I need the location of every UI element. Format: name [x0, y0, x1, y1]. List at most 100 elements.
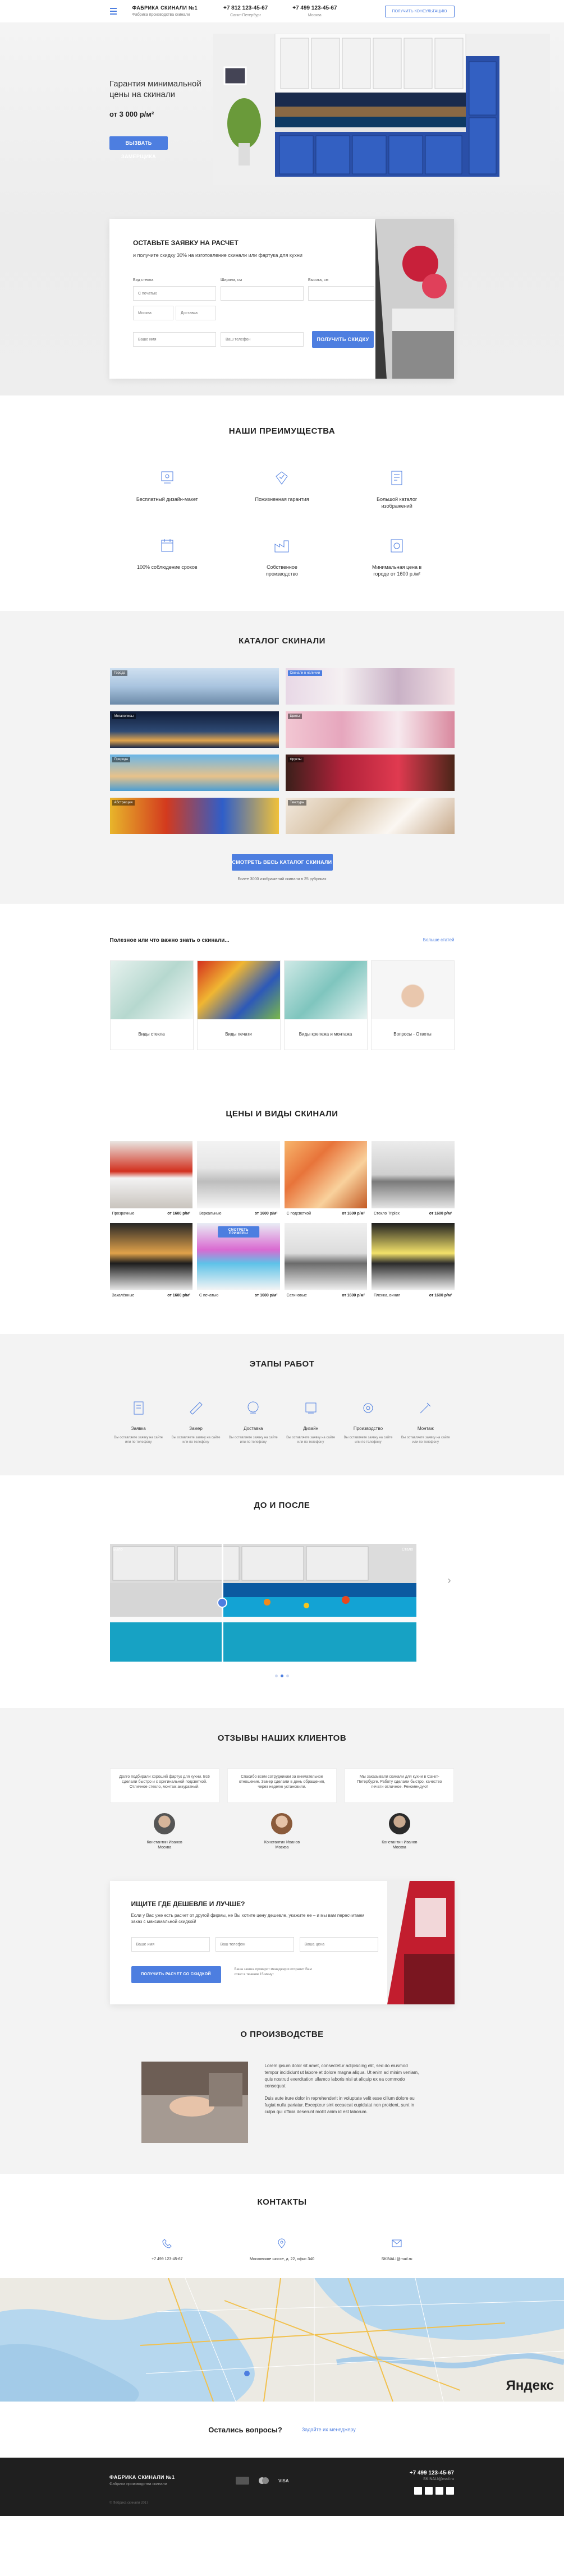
price-card[interactable]: Зеркальные от 1600 р/м² [197, 1141, 280, 1218]
slider-dot[interactable] [281, 1675, 283, 1677]
phone-input[interactable]: Ваш телефон [221, 332, 304, 347]
review-city: Москва [275, 1846, 289, 1850]
city-select[interactable]: Москва [133, 306, 173, 320]
catalog-item-label: Фрукты [287, 757, 304, 762]
map[interactable]: Яндекс [0, 2278, 564, 2402]
prices-section: ЦЕНЫ И ВИДЫ СКИНАЛИ Прозрачные от 1600 р/… [0, 1081, 564, 1334]
catalog-item[interactable]: Скинали в наличии [285, 668, 455, 705]
menu-icon[interactable] [109, 6, 120, 16]
get-discount-button[interactable]: Получить скидку [312, 331, 374, 348]
advantage-item: Собственное производство [224, 537, 340, 577]
catalog-item[interactable]: Города [109, 668, 279, 705]
avatar [271, 1813, 293, 1834]
design-icon [161, 471, 173, 484]
price-card-price: от 1600 р/м² [342, 1293, 365, 1298]
catalog-title: КАТАЛОГ СКИНАЛИ [239, 636, 325, 646]
step-item: Заявка Вы оставляете заявку на сайте или … [110, 1400, 167, 1445]
map-image [0, 2278, 564, 2402]
see-examples-button[interactable]: Смотреть примеры [217, 1226, 259, 1238]
slider-dot[interactable] [286, 1675, 289, 1677]
phone-msk[interactable]: +7 499 123-45-67 Москва [292, 5, 337, 18]
mail-icon [392, 2239, 402, 2247]
social-links [410, 2487, 454, 2495]
contact-phone[interactable]: +7 499 123-45-67 [110, 2238, 225, 2261]
consultation-button[interactable]: Получить консультацию [384, 5, 455, 17]
step-name: Монтаж [417, 1426, 434, 1431]
ask-manager-link[interactable]: Задайте их менеджеру [302, 2427, 356, 2432]
catalog-icon [391, 471, 402, 485]
glass-type-select[interactable]: С печатью [133, 286, 216, 301]
slider-dot[interactable] [275, 1675, 278, 1677]
hero-title: Гарантия минимальной цены на скинали [109, 79, 201, 99]
step-item: Доставка Вы оставляете заявку на сайте ил… [224, 1400, 282, 1445]
price-card-name: Зеркальные [199, 1211, 222, 1216]
payment-methods: VISA [236, 2477, 289, 2485]
catalog-item[interactable]: Текстуры [285, 798, 455, 834]
cheaper-form: ИЩИТЕ ГДЕ ДЕШЕВЛЕ И ЛУЧШЕ? Если у Вас уж… [109, 1881, 455, 2004]
price-card[interactable]: Стекло Triplex от 1600 р/м² [372, 1141, 455, 1218]
warranty-icon [276, 471, 288, 485]
contacts-section: КОНТАКТЫ +7 499 123-45-67 Московское шос… [0, 2174, 564, 2402]
delivery-select[interactable]: Доставка [176, 306, 216, 320]
price-card-name: Сатиновые [286, 1293, 307, 1298]
contact-email[interactable]: SKINALI@mail.ru [340, 2238, 455, 2261]
price-input[interactable]: Ваша цена [299, 1937, 378, 1952]
price-card[interactable]: С подсветкой от 1600 р/м² [284, 1141, 367, 1218]
price-card[interactable]: Сатиновые от 1600 р/м² [284, 1223, 367, 1300]
footer-phone[interactable]: +7 499 123-45-67 [410, 2470, 454, 2476]
article-card[interactable]: Виды крепежа и монтажа [283, 960, 368, 1050]
twitter-icon[interactable] [435, 2487, 443, 2495]
price-card[interactable]: Пленка, винил от 1600 р/м² [372, 1223, 455, 1300]
article-card[interactable]: Виды стекла [109, 960, 194, 1050]
catalog-item[interactable]: Цветы [285, 711, 455, 748]
review-city: Москва [158, 1846, 172, 1850]
price-card[interactable]: Закалённые от 1600 р/м² [109, 1223, 192, 1300]
catalog-item[interactable]: Природа [109, 755, 279, 791]
advantage-item: Минимальная цена в городе от 1600 р./м² [340, 537, 455, 577]
production-photo [141, 2062, 248, 2143]
catalog-item-label: Цветы [287, 714, 302, 719]
step-name: Замер [189, 1426, 203, 1431]
article-card[interactable]: Вопросы - Ответы [370, 960, 455, 1050]
price-card[interactable]: Прозрачные от 1600 р/м² [109, 1141, 192, 1218]
before-after-slider[interactable]: Было Стало [109, 1544, 416, 1662]
request-icon [134, 1401, 144, 1415]
form-subtitle: и получите скидку 30% на изготовление ск… [133, 252, 302, 258]
review-author: Константин Иванов [382, 1841, 418, 1844]
catalog-item[interactable]: Мегаполисы [109, 711, 279, 748]
phone-input[interactable]: Ваш телефон [215, 1937, 294, 1952]
site-header: ФАБРИКА СКИНАЛИ №1 Фабрика производства … [0, 0, 564, 22]
form-title: ОСТАВЬТЕ ЗАЯВКУ НА РАСЧЕТ [133, 239, 239, 247]
name-input[interactable]: Ваше имя [131, 1937, 210, 1952]
catalog-item[interactable]: Абстракция [109, 798, 279, 834]
width-label: Ширина, см [221, 278, 242, 282]
footer-logo[interactable]: ФАБРИКА СКИНАЛИ №1 Фабрика производства … [109, 2474, 175, 2487]
price-card-name: Прозрачные [112, 1211, 135, 1216]
price-card[interactable]: Смотреть примеры С печатью от 1600 р/м² [197, 1223, 280, 1300]
article-card[interactable]: Виды печати [196, 960, 281, 1050]
next-arrow-icon[interactable]: › [448, 1575, 451, 1586]
catalog-item[interactable]: Фрукты [285, 755, 455, 791]
footer: ФАБРИКА СКИНАЛИ №1 Фабрика производства … [0, 2458, 564, 2516]
width-input[interactable] [221, 286, 304, 301]
call-measurer-button[interactable]: Вызвать замерщика [109, 136, 168, 159]
more-articles-link[interactable]: Больше статей [423, 937, 455, 944]
instagram-icon[interactable] [446, 2487, 454, 2495]
name-input[interactable]: Ваше имя [133, 332, 216, 347]
avatar [388, 1813, 410, 1834]
delivery-icon [247, 1401, 259, 1414]
logo[interactable]: ФАБРИКА СКИНАЛИ №1 Фабрика производства … [132, 5, 198, 17]
catalog-note: Более 3000 изображений скинали в 25 рубр… [237, 877, 327, 881]
footer-email[interactable]: SKINALI@mail.ru [410, 2477, 454, 2481]
phone-spb[interactable]: +7 812 123-45-67 Санкт-Петербург [223, 5, 268, 18]
full-catalog-button[interactable]: Смотреть весь каталог скинали [231, 854, 333, 871]
get-calculation-button[interactable]: Получить расчет со скидкой [131, 1966, 221, 1983]
price-card-price: от 1600 р/м² [342, 1211, 365, 1216]
review-card: Спасибо всем сотрудникам за внимательное… [227, 1768, 337, 1850]
height-input[interactable] [308, 286, 374, 301]
price-card-price: от 1600 р/м² [429, 1211, 452, 1216]
facebook-icon[interactable] [425, 2487, 433, 2495]
vk-icon[interactable] [414, 2487, 422, 2495]
glass-type-label: Вид стекла [133, 278, 154, 282]
advantage-item: Бесплатный дизайн-макет [110, 470, 225, 509]
